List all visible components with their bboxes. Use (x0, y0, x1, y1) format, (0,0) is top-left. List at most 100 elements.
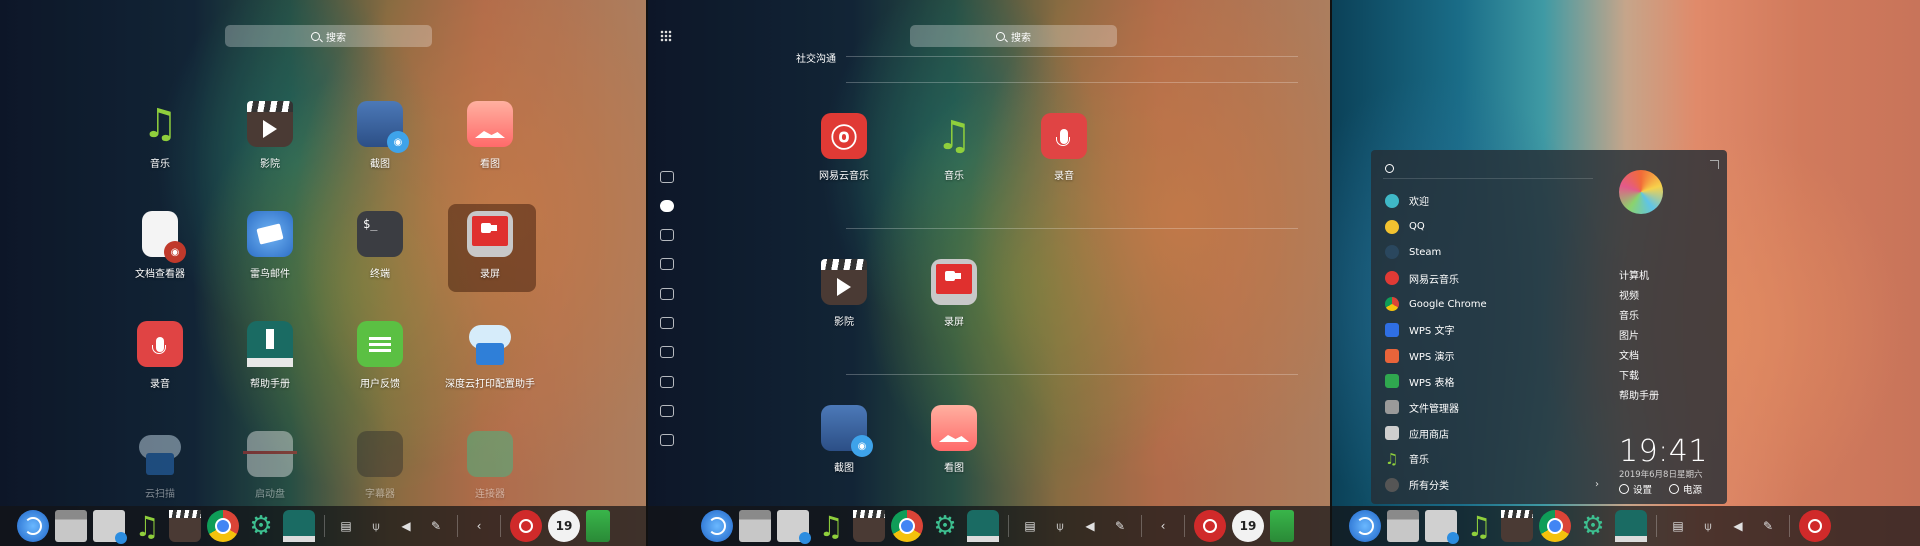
place-help-manual[interactable]: 帮助手册 (1619, 387, 1659, 402)
power-dock-icon[interactable] (1799, 510, 1831, 542)
music-dock-icon[interactable]: ♫ (131, 510, 163, 543)
app-thunderbird[interactable]: 雷鸟邮件 (224, 211, 316, 280)
app-document-viewer[interactable]: ◉ 文档查看器 (114, 211, 206, 280)
list-item[interactable]: ♫ 音乐 (1381, 446, 1597, 472)
launcher-dock-icon[interactable] (701, 510, 733, 542)
video-category-icon[interactable] (660, 258, 674, 270)
launcher-search-box[interactable]: 搜索 (910, 25, 1117, 47)
place-music[interactable]: 音乐 (1619, 307, 1639, 322)
power-button[interactable]: 电源 (1669, 482, 1702, 496)
office-category-icon[interactable] (660, 346, 674, 358)
pen-tray-icon[interactable]: ✎ (1109, 515, 1131, 537)
movie-dock-icon[interactable] (1501, 510, 1533, 542)
app-store-dock-icon[interactable] (777, 510, 811, 544)
app-connector[interactable]: 连接器 (444, 431, 536, 500)
app-voice-recorder[interactable]: 录音 (1018, 113, 1110, 182)
app-feedback[interactable]: 用户反馈 (334, 321, 426, 390)
internet-category-icon[interactable] (660, 171, 674, 183)
chrome-dock-icon[interactable] (891, 510, 923, 542)
file-manager-dock-icon[interactable] (1387, 510, 1419, 542)
list-item[interactable]: Google Chrome (1381, 291, 1597, 317)
collapse-tray-icon[interactable]: ‹ (1152, 515, 1174, 537)
file-manager-dock-icon[interactable] (55, 510, 87, 542)
launcher-dock-icon[interactable] (1349, 510, 1381, 542)
launcher-dock-icon[interactable] (17, 510, 49, 542)
list-item[interactable]: WPS 演示 (1381, 343, 1597, 369)
reading-category-icon[interactable] (660, 376, 674, 388)
app-screenshot[interactable]: ◉ 截图 (798, 405, 890, 474)
list-item[interactable]: 文件管理器 (1381, 394, 1597, 420)
settings-button[interactable]: 设置 (1619, 482, 1652, 496)
music-category-icon[interactable] (660, 229, 674, 241)
list-item[interactable]: WPS 表格 (1381, 369, 1597, 395)
chrome-dock-icon[interactable] (207, 510, 239, 542)
image-category-icon[interactable] (660, 288, 674, 300)
help-dock-icon[interactable] (283, 510, 315, 542)
help-dock-icon[interactable] (1615, 510, 1647, 542)
place-computer[interactable]: 计算机 (1619, 267, 1649, 282)
movie-dock-icon[interactable] (853, 510, 885, 542)
list-item[interactable]: 网易云音乐 (1381, 265, 1597, 291)
usb-tray-icon[interactable]: ⍦ (1697, 515, 1719, 537)
launcher-search-box[interactable]: 搜索 (225, 25, 432, 47)
app-cloud-scan[interactable]: 云扫描 (114, 431, 206, 500)
volume-tray-icon[interactable]: ◀ (1727, 515, 1749, 537)
volume-tray-icon[interactable]: ◀ (395, 515, 417, 537)
pen-tray-icon[interactable]: ✎ (425, 515, 447, 537)
place-pictures[interactable]: 图片 (1619, 327, 1639, 342)
mode-switch-icon[interactable] (660, 30, 672, 42)
usb-tray-icon[interactable]: ⍦ (1049, 515, 1071, 537)
list-item[interactable]: 应用商店 (1381, 420, 1597, 446)
app-subtitle[interactable]: 字幕器 (334, 431, 426, 500)
app-terminal[interactable]: $_ 终端 (334, 211, 426, 280)
app-screen-recorder[interactable]: 录屏 (908, 259, 1000, 328)
calendar-dock-icon[interactable]: 19 (548, 510, 580, 542)
all-categories-item[interactable]: 所有分类 › (1381, 472, 1599, 498)
pen-tray-icon[interactable]: ✎ (1757, 515, 1779, 537)
power-dock-icon[interactable] (510, 510, 542, 542)
list-item[interactable]: 欢迎 (1381, 188, 1597, 214)
app-image-viewer[interactable]: 看图 (444, 101, 536, 170)
game-category-icon[interactable] (660, 317, 674, 329)
chrome-dock-icon[interactable] (1539, 510, 1571, 542)
menu-search-box[interactable] (1383, 160, 1593, 179)
app-movie[interactable]: 影院 (798, 259, 890, 328)
app-cloud-print[interactable]: 深度云打印配置助手 (444, 321, 536, 390)
file-manager-dock-icon[interactable] (739, 510, 771, 542)
collapse-tray-icon[interactable]: ‹ (468, 515, 490, 537)
keyboard-tray-icon[interactable]: ▤ (335, 515, 357, 537)
keyboard-tray-icon[interactable]: ▤ (1667, 515, 1689, 537)
volume-tray-icon[interactable]: ◀ (1079, 515, 1101, 537)
calendar-dock-icon[interactable]: 19 (1232, 510, 1264, 542)
settings-dock-icon[interactable]: ⚙ (1577, 510, 1609, 542)
development-category-icon[interactable] (660, 405, 674, 417)
app-boot-maker[interactable]: 启动盘 (224, 431, 316, 500)
other-category-icon[interactable] (660, 434, 674, 446)
settings-dock-icon[interactable]: ⚙ (929, 510, 961, 542)
list-item[interactable]: WPS 文字 (1381, 317, 1597, 343)
app-netease-music[interactable]: ⓞ 网易云音乐 (798, 113, 890, 182)
app-screen-recorder[interactable]: 录屏 (444, 211, 536, 280)
help-dock-icon[interactable] (967, 510, 999, 542)
trash-dock-icon[interactable] (586, 510, 610, 542)
app-image-viewer[interactable]: 看图 (908, 405, 1000, 474)
usb-tray-icon[interactable]: ⍦ (365, 515, 387, 537)
app-music[interactable]: ♫ 音乐 (908, 113, 1000, 182)
power-dock-icon[interactable] (1194, 510, 1226, 542)
app-music[interactable]: ♫ 音乐 (114, 101, 206, 170)
trash-dock-icon[interactable] (1270, 510, 1294, 542)
avatar[interactable] (1619, 170, 1663, 214)
movie-dock-icon[interactable] (169, 510, 201, 542)
place-videos[interactable]: 视频 (1619, 287, 1639, 302)
list-item[interactable]: Steam (1381, 240, 1597, 266)
app-store-dock-icon[interactable] (93, 510, 127, 544)
list-item[interactable]: QQ (1381, 214, 1597, 240)
place-documents[interactable]: 文档 (1619, 347, 1639, 362)
app-voice-recorder[interactable]: 录音 (114, 321, 206, 390)
app-store-dock-icon[interactable] (1425, 510, 1459, 544)
music-dock-icon[interactable]: ♫ (1463, 510, 1495, 543)
place-downloads[interactable]: 下载 (1619, 367, 1639, 382)
app-screenshot[interactable]: ◉ 截图 (334, 101, 426, 170)
app-help-manual[interactable]: 帮助手册 (224, 321, 316, 390)
chat-category-icon[interactable] (660, 200, 674, 212)
